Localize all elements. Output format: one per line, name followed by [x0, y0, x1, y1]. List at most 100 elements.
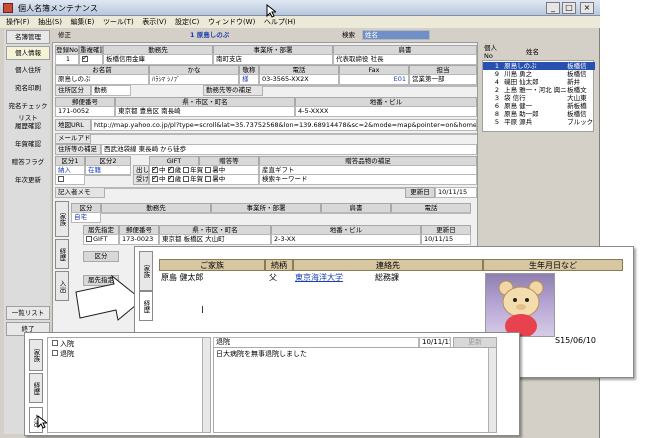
sidebar-item-personal-info[interactable]: 個人情報 [6, 46, 50, 60]
detail-text-area[interactable]: 日大病院を無事退院しました [213, 347, 497, 433]
sidebar-item-print[interactable]: 宛名印刷 [6, 82, 50, 96]
reg-no-value[interactable]: 1 [55, 54, 79, 65]
gift-recv-options[interactable]: 中 歳 年賀 暑中 [149, 174, 259, 185]
tab-inout-left[interactable]: 入出 [55, 271, 69, 301]
history-item[interactable]: 退院 [52, 350, 202, 359]
fam-col-birth: 生年月日など [483, 259, 623, 271]
sidebar-item-nenga[interactable]: 年賀確認 [6, 138, 50, 152]
map-url-value[interactable]: http://map.yahoo.co.jp/pl?type=scroll&la… [91, 119, 477, 131]
history-item[interactable]: 入院 [52, 340, 202, 349]
sidebar-item-checklist[interactable]: 宛名チェックリスト [6, 100, 50, 122]
name-value[interactable]: 原島しのぶ [55, 74, 149, 85]
list-item[interactable]: 4 磯田 仙太郎 新井 [483, 78, 595, 86]
doc-icon [52, 340, 58, 346]
lower-home-row[interactable] [101, 212, 471, 214]
list-item[interactable]: 2 上島 雅一・河北 興ニ 板橋文 [483, 86, 595, 94]
staff-value[interactable]: 営業第一部 [409, 74, 477, 85]
menu-edit[interactable]: 編集(E) [71, 16, 95, 28]
sidebar-item-address[interactable]: 個人住所 [6, 64, 50, 78]
fam-relation[interactable]: 父 [269, 272, 289, 284]
list-item-extra: 大山東 [567, 94, 587, 102]
title-bar: 個人名簿メンテナンス _ □ × [0, 0, 600, 16]
list-item[interactable]: 9 川島 勇之 板橋信 [483, 70, 595, 78]
fam-contact-dept[interactable]: 総務課 [375, 272, 435, 284]
update-button[interactable]: 更新日 [405, 187, 435, 198]
maximize-button[interactable]: □ [562, 2, 576, 14]
honorific-value[interactable]: 様 [239, 74, 259, 85]
sub-prefecture-value[interactable]: 東京都 板橋区 大山町 [159, 234, 271, 245]
fam-col-relation: 続柄 [265, 259, 293, 271]
list-item[interactable]: 1 原島しのぶ 板橋信 [483, 62, 595, 70]
history-scrollbar[interactable] [202, 338, 210, 432]
list-item[interactable]: 8 原島 助一郎 板橋信 [483, 110, 595, 118]
address-note-value[interactable]: 西武池袋線 東長崎 から徒歩 [101, 144, 477, 155]
minimize-button[interactable]: _ [546, 2, 560, 14]
list-item[interactable]: 6 原島 健一 新板橋 [483, 102, 595, 110]
memo-value[interactable] [105, 187, 405, 189]
kubun1-value-2[interactable] [55, 174, 85, 185]
title-value[interactable]: 代表取締役 社長 [333, 54, 477, 65]
search-select[interactable]: 姓名 [362, 30, 430, 40]
office-value[interactable]: 南町支店 [213, 54, 333, 65]
menu-settings[interactable]: 設定(C) [175, 16, 199, 28]
street-value[interactable]: 4-5-XXXX [295, 106, 477, 117]
tab-work-supplement[interactable]: 勤務先等の補足 [203, 85, 263, 96]
checkbox-nenga-recv[interactable] [183, 176, 190, 182]
work-supplement-value[interactable] [263, 85, 477, 87]
sidebar-item-roster[interactable]: 名簿管理 [6, 30, 50, 44]
sidebar-item-gift-flag[interactable]: 贈答フラグ [6, 156, 50, 170]
fam-col-family: ご家族 [159, 259, 265, 271]
dup-check-box[interactable] [79, 54, 103, 65]
menu-tools[interactable]: ツール(T) [103, 16, 134, 28]
tab-history[interactable]: 経歴 [139, 291, 153, 321]
phone-value[interactable]: 03-3565-XX2X [259, 74, 339, 85]
kubun2-value-2[interactable] [85, 174, 131, 176]
menu-window[interactable]: ウィンドウ(W) [208, 16, 255, 28]
company-value[interactable]: 板橋信用金庫 [103, 54, 213, 65]
checkbox-shochu-recv[interactable] [205, 176, 212, 182]
tab-family-left[interactable]: 家族 [55, 201, 69, 237]
fam-name[interactable]: 原島 健太郎 [161, 272, 261, 284]
sub-postal-value[interactable]: 173-0023 [119, 234, 159, 245]
menu-view[interactable]: 表示(V) [142, 16, 166, 28]
sub-update-value: 10/11/15 [421, 234, 471, 245]
keyword-value[interactable]: 検索キーワード [259, 174, 477, 185]
close-button[interactable]: × [580, 2, 594, 14]
menu-operation[interactable]: 操作(F) [6, 16, 30, 28]
shochu-send-label: 暑中 [212, 166, 226, 174]
checkbox-shochu-send[interactable] [205, 167, 212, 173]
tab-history-left[interactable]: 経歴 [55, 239, 69, 269]
subtab-address-note[interactable]: 住所等の補足 [55, 144, 101, 155]
gift-checkbox[interactable] [86, 236, 92, 242]
list-item-no: 3 [494, 94, 499, 102]
tab-family[interactable]: 家族 [139, 251, 153, 291]
kana-value[interactable]: ﾊﾗｼﾏ ｼﾉﾌﾞ [149, 74, 239, 85]
checkbox-chu-send[interactable] [152, 166, 158, 174]
tab-work[interactable]: 勤務 [91, 85, 131, 96]
sidebar-item-annual-update[interactable]: 年次更新 [6, 174, 50, 188]
checkbox-sai-recv[interactable] [167, 175, 174, 183]
list-item-extra: 板橋信 [567, 62, 587, 70]
tab-family-2[interactable]: 家族 [29, 339, 43, 371]
prefecture-value[interactable]: 東京都 豊島区 南長崎 [115, 106, 295, 117]
tab-address-type[interactable]: 住所区分 [55, 85, 91, 96]
mail-value[interactable] [91, 133, 477, 135]
sub-street-value[interactable]: 2-3-XX [271, 234, 421, 245]
sub-gift-flags[interactable]: GIFT [83, 234, 119, 245]
kubun-checkbox[interactable] [58, 176, 64, 182]
postal-value[interactable]: 171-0052 [55, 106, 115, 117]
lower-home-label[interactable]: 自宅 [71, 212, 101, 223]
tab-history-2[interactable]: 経歴 [29, 373, 43, 403]
sidebar-item-history[interactable]: 履歴確認 [6, 120, 50, 134]
list-item[interactable]: 5 平原 源兵 ブルック [483, 118, 595, 126]
fax-value[interactable]: E01 [339, 74, 409, 85]
fam-contact-link[interactable]: 東京海洋大学 [295, 272, 385, 284]
list-item[interactable]: 3 袋 信行 大山東 [483, 94, 595, 102]
checkbox-chu-recv[interactable] [152, 175, 158, 183]
checkbox-sai-send[interactable] [167, 166, 174, 174]
checkbox-nenga-send[interactable] [183, 167, 190, 173]
sidebar-item-list[interactable]: 一覧リスト [6, 306, 50, 320]
menu-extract[interactable]: 抽出(S) [38, 16, 62, 28]
dup-checkbox-icon[interactable] [82, 55, 88, 63]
detail-scrollbar[interactable] [488, 348, 496, 432]
